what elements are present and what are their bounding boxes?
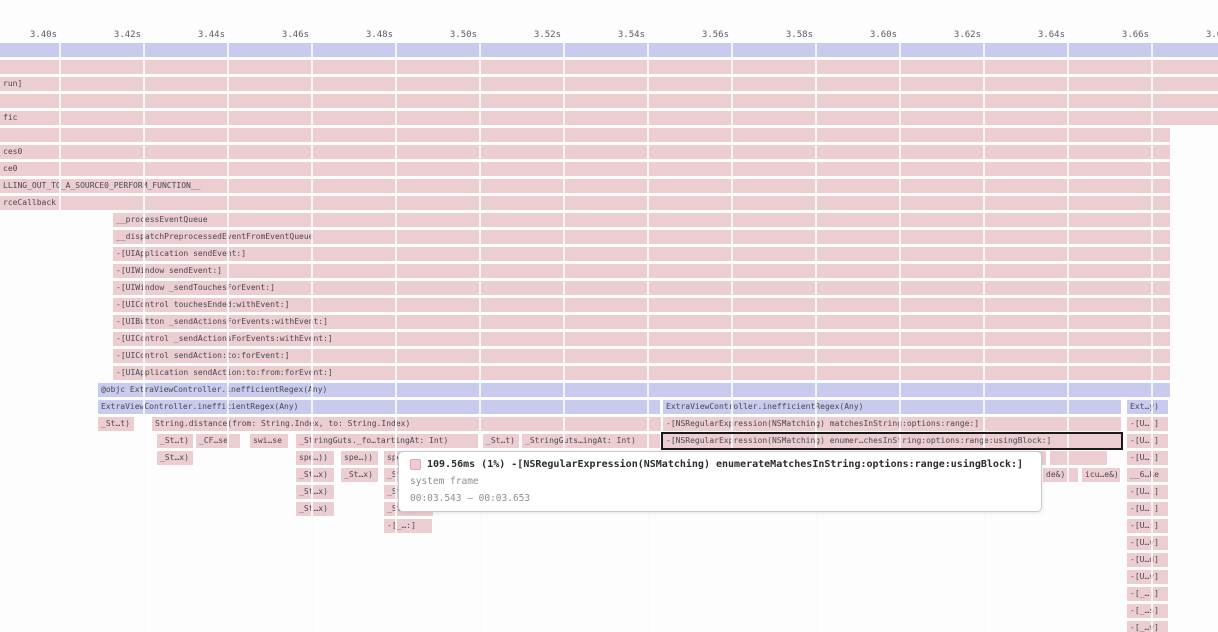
flame-bar[interactable]: Ext…y) [1127,400,1168,414]
flame-bar[interactable]: -[UIControl _sendActionsForEvents:withEv… [113,332,1170,346]
tooltip-title: 109.56ms (1%) -[NSRegularExpression(NSMa… [427,459,1023,470]
time-ruler-label: 3.42s [114,29,141,41]
flame-bar[interactable]: _StringGuts._fo…tartingAt: Int) [296,434,478,448]
flame-bar[interactable]: swi…se [250,434,288,448]
time-ruler-label: 3.56s [702,29,729,41]
flame-graph-canvas: 3.40s 3.42s 3.44s 3.46s 3.48s 3.50s 3.52s 3.54s… [0,0,1218,632]
gridline-overlay [563,43,565,632]
flame-bar[interactable]: _CF…se [196,434,240,448]
flame-bar[interactable]: -[_…:] [1127,587,1168,601]
flame-bar[interactable]: -[_…s] [1127,604,1168,618]
gridline-overlay [311,43,313,632]
flame-bar[interactable]: -[U…:] [1127,434,1168,448]
time-ruler-label: 3.64s [1038,29,1065,41]
flame-bar[interactable]: -[U…v] [1127,570,1168,584]
flame-bar[interactable]: -[UIControl touchesEnded:withEvent:] [113,298,1170,312]
gridline-overlay [479,43,481,632]
gridline-overlay [143,43,145,632]
flame-bar[interactable]: rceCallback [0,196,1170,210]
flame-bar[interactable]: -[UIWindow sendEvent:] [113,264,1170,278]
time-ruler-label: 3.60s [870,29,897,41]
flame-bar[interactable]: _St…x) [296,485,334,499]
gridline-overlay [647,43,649,632]
flame-bar[interactable]: _St…x) [296,468,334,482]
flame-bar[interactable]: -[U…d] [1127,553,1168,567]
flame-bar[interactable]: -[U…:] [1127,519,1168,533]
flame-bar[interactable]: -[_…:] [384,519,432,533]
tooltip-title-row: 109.56ms (1%) -[NSRegularExpression(NSMa… [410,459,1030,470]
gridline-overlay [59,43,61,632]
flame-bar[interactable]: -[UIApplication sendEvent:] [113,247,1170,261]
flame-bar[interactable]: -[UIApplication sendAction:to:from:forEv… [113,366,1170,380]
gridline-overlay [1067,43,1069,632]
flame-bar[interactable]: -[U…v] [1127,536,1168,550]
flame-bar[interactable] [0,128,1170,142]
flame-bar[interactable] [0,94,1218,108]
flame-bar[interactable]: -[U…:] [1127,502,1168,516]
flame-bar[interactable]: __processEventQueue [113,213,1170,227]
flame-bar[interactable]: _St…x) [157,451,193,465]
flame-bar[interactable] [1050,451,1107,465]
time-ruler-label: 3.58s [786,29,813,41]
flame-bar[interactable]: __6…ke [1127,468,1168,482]
flame-bar[interactable]: spe…)) [341,451,378,465]
flame-bar[interactable]: LLING_OUT_TO_A_SOURCE0_PERFORM_FUNCTION_… [0,179,1170,193]
time-ruler-label: 3.46s [282,29,309,41]
time-ruler-label: 3.66s [1122,29,1149,41]
category-swatch-icon [410,459,421,470]
gridline-overlay [227,43,229,632]
flame-bar[interactable]: ce0 [0,162,1170,176]
flame-bar[interactable]: fic [0,111,1218,125]
time-ruler-label: 3.48s [366,29,393,41]
flame-bar[interactable]: _StringGuts…ingAt: Int) [522,434,660,448]
time-ruler-label: 3.68s [1206,29,1218,41]
time-ruler-label: 3.40s [30,29,57,41]
flame-bar[interactable]: _St…t) [98,417,134,431]
flame-bar[interactable]: -[UIWindow _sendTouchesForEvent:] [113,281,1170,295]
flame-bar[interactable]: run] [0,77,1218,91]
tooltip-time-range: 00:03.543 — 00:03.653 [410,493,1030,504]
flame-bar[interactable]: icu…e&) [1082,468,1120,482]
selection-outline [661,432,1123,450]
time-ruler-label: 3.54s [618,29,645,41]
gridline-overlay [1151,43,1153,632]
hover-tooltip: 109.56ms (1%) -[NSRegularExpression(NSMa… [398,451,1042,512]
time-ruler-label: 3.62s [954,29,981,41]
flame-bar[interactable]: -[UIControl sendAction:to:forEvent:] [113,349,1170,363]
flame-bar[interactable]: @objc ExtraViewController.inefficientReg… [98,383,1170,397]
gridline-overlay [815,43,817,632]
gridline-overlay [731,43,733,632]
time-ruler-label: 3.52s [534,29,561,41]
flame-bar[interactable]: -[U…:] [1127,485,1168,499]
tooltip-frame-type: system frame [410,476,1030,487]
flame-bar[interactable]: -[UIButton _sendActionsForEvents:withEve… [113,315,1170,329]
gridline-overlay [983,43,985,632]
flame-bar[interactable] [0,60,1218,74]
time-ruler-label: 3.44s [198,29,225,41]
flame-bar[interactable]: -[_…v] [1127,621,1168,632]
gridline-overlay [395,43,397,632]
gridline-overlay [899,43,901,632]
flame-bar[interactable] [0,43,1218,57]
flame-bar[interactable]: ExtraViewController.inefficientRegex(Any… [98,400,660,414]
flame-bar[interactable]: spe…)) [296,451,334,465]
flame-bar[interactable]: de&) [1043,468,1078,482]
flame-bar[interactable]: -[U…:] [1127,417,1168,431]
time-ruler-label: 3.50s [450,29,477,41]
flame-bar[interactable]: _St…t) [157,434,193,448]
flame-bar[interactable]: _St…x) [296,502,334,516]
flame-bar[interactable]: _St…x) [341,468,378,482]
flame-bar[interactable]: _St…t) [483,434,519,448]
flame-bar[interactable]: -[U…:] [1127,451,1168,465]
flame-bar[interactable]: __dispatchPreprocessedEventFromEventQueu… [113,230,1170,244]
flame-bar[interactable]: ces0 [0,145,1170,159]
